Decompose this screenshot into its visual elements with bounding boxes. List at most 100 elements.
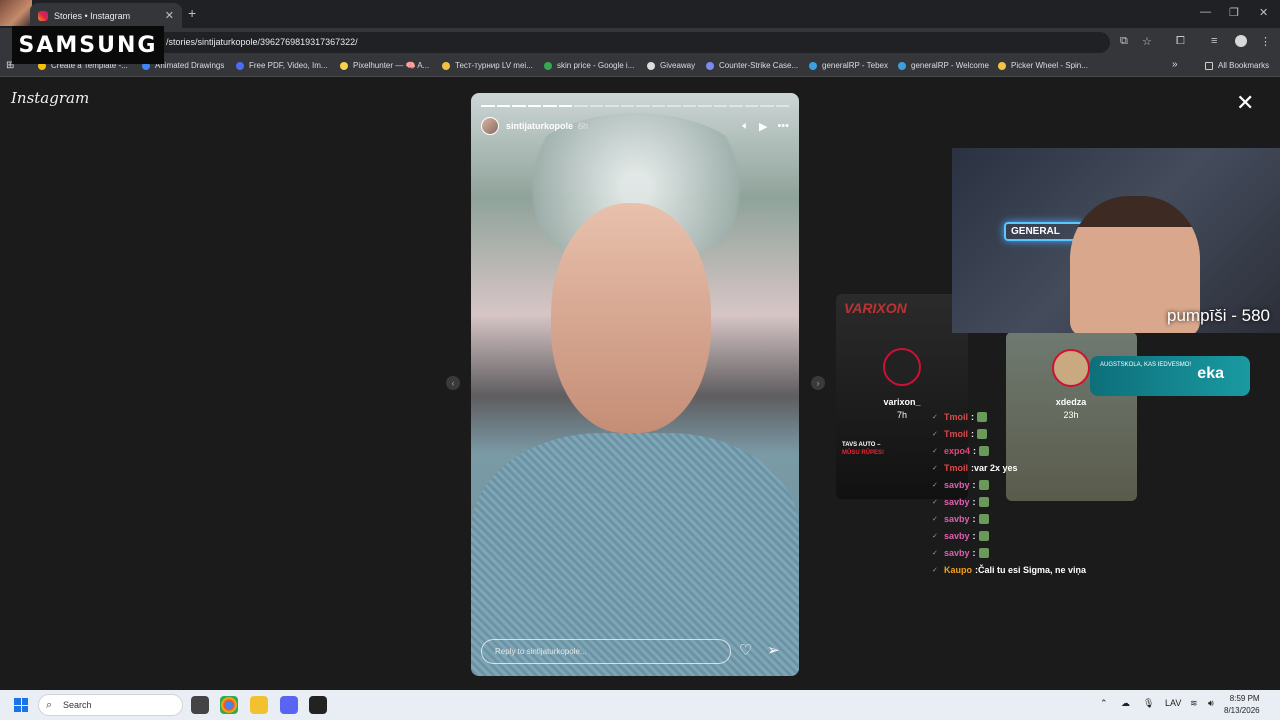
bookmark-item[interactable]: Picker Wheel - Spin... bbox=[998, 61, 1088, 70]
all-bookmarks-folder[interactable]: All Bookmarks bbox=[1205, 61, 1269, 70]
chat-message: ✓ savby: bbox=[932, 527, 1172, 544]
previous-story-button[interactable]: ‹ bbox=[446, 376, 460, 390]
chat-separator: : bbox=[973, 445, 977, 456]
streamer-webcam-overlay: GENERAL pumpīši - 580 bbox=[952, 148, 1280, 333]
bookmark-favicon-icon bbox=[809, 61, 817, 70]
address-bar[interactable]: /stories/sintijaturkopole/39627698193173… bbox=[150, 32, 1110, 53]
chat-separator: : bbox=[971, 411, 974, 422]
mute-icon[interactable]: 🔈︎ bbox=[742, 120, 749, 133]
progress-segment bbox=[651, 105, 665, 107]
chat-username: Tmoil bbox=[944, 411, 968, 422]
volume-icon[interactable]: 🔊︎ bbox=[1208, 698, 1214, 709]
like-heart-icon[interactable]: ♡ bbox=[739, 641, 752, 659]
samsung-logo-overlay: SAMSUNG bbox=[12, 26, 164, 64]
menu-kebab-icon[interactable]: ⋮ bbox=[1260, 35, 1271, 48]
microphone-icon[interactable]: 🎙︎ bbox=[1143, 698, 1154, 709]
instagram-logo[interactable]: Instagram bbox=[11, 89, 89, 107]
file-explorer-icon[interactable] bbox=[250, 696, 268, 714]
progress-segment bbox=[543, 105, 557, 107]
next-story-button[interactable]: › bbox=[811, 376, 825, 390]
search-icon: ⌕ bbox=[46, 699, 53, 711]
chat-message: ✓ Tmoil: bbox=[932, 408, 1172, 425]
chat-badge-icon: ✓ bbox=[932, 498, 938, 506]
language-indicator[interactable]: LAV bbox=[1165, 698, 1181, 708]
bookmark-item[interactable]: Giveaway bbox=[647, 61, 695, 70]
browser-tab-strip: Stories • Instagram ✕ + — ❐ ✕ bbox=[0, 0, 1280, 28]
story-username[interactable]: sintijaturkopole bbox=[506, 121, 573, 131]
more-bookmarks-chevron-icon[interactable]: » bbox=[1172, 59, 1178, 70]
progress-segment bbox=[775, 105, 789, 107]
chat-separator: : bbox=[972, 479, 976, 490]
chat-username: savby bbox=[944, 530, 970, 541]
bookmark-item[interactable]: Counter-Strike Case... bbox=[706, 61, 798, 70]
bookmark-item[interactable]: Free PDF, Video, Im... bbox=[236, 61, 328, 70]
chat-badge-icon: ✓ bbox=[932, 532, 938, 540]
progress-segment bbox=[713, 105, 727, 107]
folder-icon bbox=[1205, 61, 1213, 70]
preview-age-varixon: 7h bbox=[896, 410, 907, 420]
restore-icon[interactable]: ❐ bbox=[1229, 6, 1239, 19]
varixon-brand-text: VARIXON bbox=[844, 300, 907, 316]
chat-message: ✓ Tmoil: var 2x yes bbox=[932, 459, 1172, 476]
chat-username: savby bbox=[944, 547, 970, 558]
more-options-icon[interactable]: ••• bbox=[777, 120, 789, 133]
task-view-icon[interactable] bbox=[191, 696, 209, 714]
story-user-avatar[interactable] bbox=[481, 117, 499, 135]
reply-input[interactable]: Reply to sintijaturkopole... bbox=[481, 639, 731, 664]
chat-separator: : bbox=[972, 530, 976, 541]
bookmark-favicon-icon bbox=[706, 61, 714, 70]
bookmark-item[interactable]: Pixelhunter — 🧠 A... bbox=[340, 61, 429, 70]
bookmark-item[interactable]: generalRP - Welcome bbox=[898, 61, 989, 70]
bookmark-star-icon[interactable]: ☆ bbox=[1142, 35, 1152, 48]
windows-start-icon[interactable] bbox=[14, 698, 28, 712]
progress-segment bbox=[620, 105, 634, 107]
chat-message: ✓ Kaupo: Čali tu esi Sigma, ne viņa bbox=[932, 561, 1172, 578]
tray-overflow-icon[interactable]: ⌃ bbox=[1100, 698, 1108, 709]
chat-emote-icon bbox=[978, 479, 989, 490]
instagram-favicon-icon bbox=[38, 10, 48, 21]
profile-avatar[interactable] bbox=[1235, 35, 1247, 47]
taskbar-clock[interactable]: 8:59 PM 8/13/2026 bbox=[1224, 693, 1260, 717]
chat-badge-icon: ✓ bbox=[932, 447, 938, 455]
taskbar-search[interactable]: ⌕ Search bbox=[38, 694, 183, 716]
instagram-stories-page: Instagram ✕ ‹ › sintijaturkopole 6h 🔈︎ ▶… bbox=[0, 78, 1280, 690]
window-close-icon[interactable]: ✕ bbox=[1259, 6, 1268, 19]
app-icon[interactable] bbox=[309, 696, 327, 714]
minimize-icon[interactable]: — bbox=[1200, 6, 1211, 18]
bookmark-item[interactable]: Тест-турнир LV mei... bbox=[442, 61, 533, 70]
chat-message: ✓ expo4: bbox=[932, 442, 1172, 459]
story-image-person bbox=[551, 203, 711, 433]
tray-network-icon[interactable]: ☁ bbox=[1121, 698, 1130, 709]
varixon-promo-text: TAVS AUTO – MŪSU RŪPES! bbox=[842, 442, 885, 456]
chat-badge-icon: ✓ bbox=[932, 430, 938, 438]
progress-segment bbox=[589, 105, 603, 107]
bookmark-item[interactable]: skin price - Google i... bbox=[544, 61, 634, 70]
media-controls-icon[interactable]: ≡ bbox=[1211, 35, 1217, 47]
story-viewer[interactable]: sintijaturkopole 6h 🔈︎ ▶︎ ••• Reply to s… bbox=[471, 93, 799, 676]
bookmark-favicon-icon bbox=[236, 61, 244, 70]
preview-name-varixon: varixon_ bbox=[883, 397, 921, 407]
close-stories-button[interactable]: ✕ bbox=[1236, 92, 1254, 114]
academy-sticker: AUGSTSKOLA, KAS IEDVESMO! eka bbox=[1090, 356, 1250, 396]
chat-message: ✓ savby: bbox=[932, 510, 1172, 527]
discord-icon[interactable] bbox=[280, 696, 298, 714]
chat-username: Tmoil bbox=[944, 462, 968, 473]
chat-separator: : bbox=[971, 428, 974, 439]
bookmark-item[interactable]: generalRP - Tebex bbox=[809, 61, 888, 70]
chat-username: Kaupo bbox=[944, 564, 972, 575]
progress-segment bbox=[682, 105, 696, 107]
preview-name-xdedza: xdedza bbox=[1055, 397, 1087, 407]
tab-instagram-stories[interactable]: Stories • Instagram ✕ bbox=[30, 3, 182, 28]
extensions-icon[interactable]: ⧠ bbox=[1176, 35, 1185, 48]
preview-avatar-varixon bbox=[883, 348, 921, 386]
chat-badge-icon: ✓ bbox=[932, 566, 938, 574]
close-tab-icon[interactable]: ✕ bbox=[165, 9, 174, 22]
play-icon[interactable]: ▶︎ bbox=[759, 120, 767, 133]
new-tab-button[interactable]: + bbox=[188, 5, 196, 21]
chat-badge-icon: ✓ bbox=[932, 464, 938, 472]
share-send-icon[interactable]: ➢ bbox=[767, 641, 780, 659]
wifi-icon[interactable]: ≋ bbox=[1190, 698, 1198, 709]
chrome-icon[interactable] bbox=[220, 696, 238, 714]
progress-segment bbox=[481, 105, 495, 107]
cast-icon[interactable]: ⧉ bbox=[1120, 35, 1128, 48]
